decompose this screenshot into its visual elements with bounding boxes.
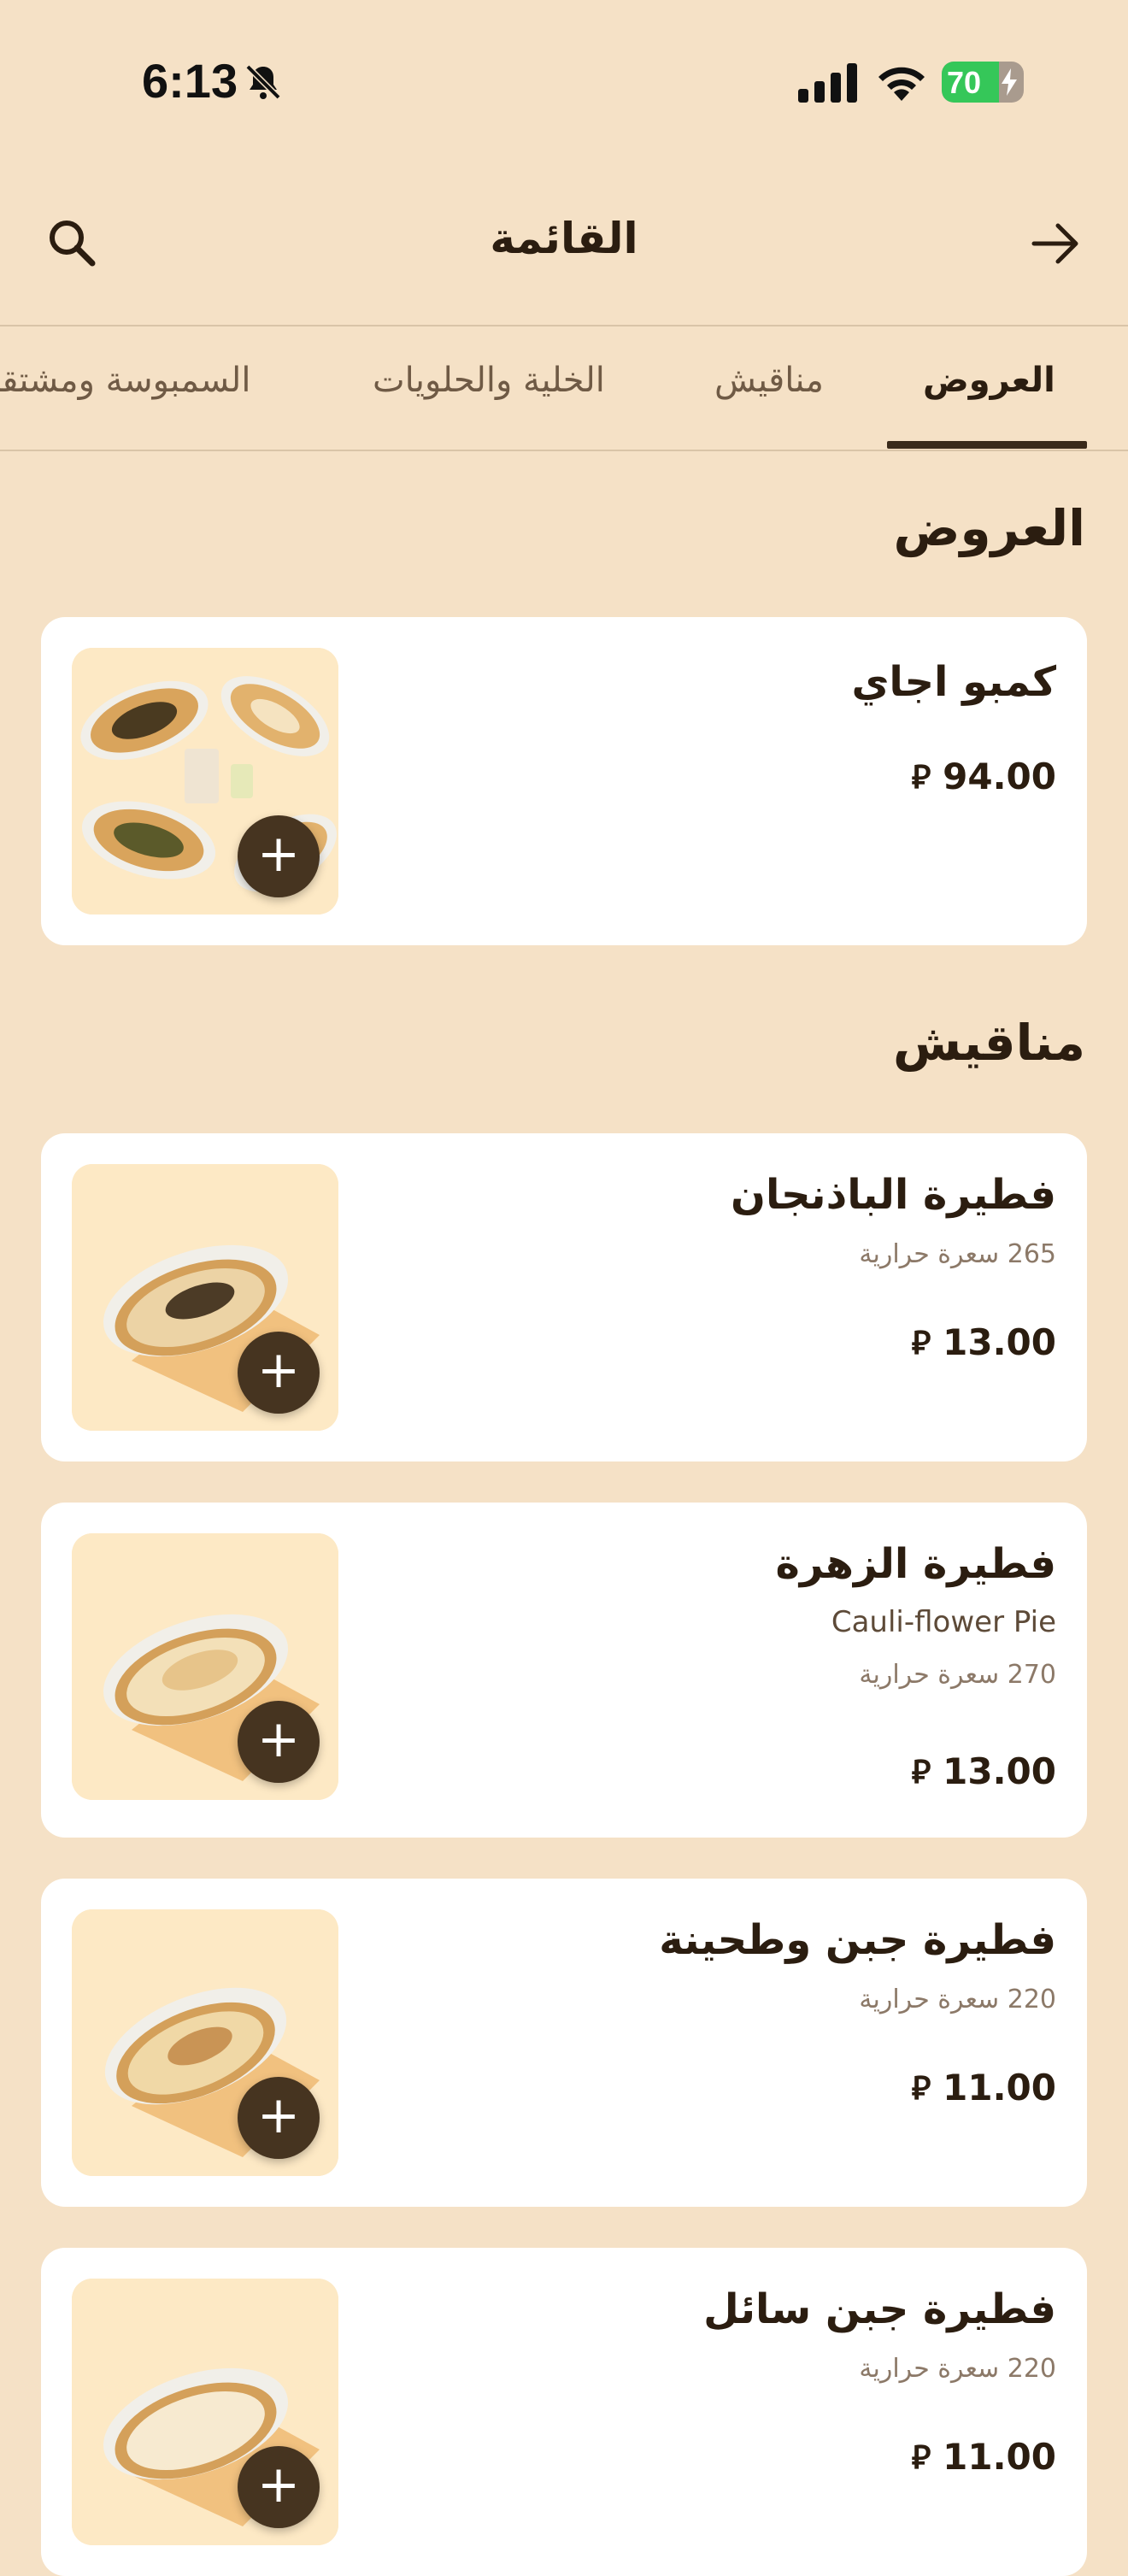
item-price: ⃁ 13.00 [911,1750,1056,1792]
item-image: + [72,648,338,915]
item-calories: 220 سعرة حرارية [859,2354,1056,2384]
item-image: + [72,2279,338,2545]
menu-item-card[interactable]: + كمبو اجاي ⃁ 94.00 [41,617,1087,945]
item-english-name: Cauli-flower Pie [831,1605,1056,1639]
tab-sambosa[interactable]: السمبوسة ومشتقا [0,361,250,400]
menu-item-card[interactable]: + فطيرة جبن سائل 220 سعرة حرارية ⃁ 11.00 [41,2248,1087,2576]
item-price: ⃁ 11.00 [911,2067,1056,2108]
item-price: ⃁ 13.00 [911,1321,1056,1363]
section-title-offers: العروض [893,499,1085,557]
category-tabs: العروض مناقيش الخلية والحلويات السمبوسة … [0,326,1128,451]
page-title: القائمة [490,214,638,263]
riyal-currency-icon: ⃁ [911,2438,931,2476]
riyal-currency-icon: ⃁ [911,1753,931,1791]
bell-slash-icon [245,64,281,100]
riyal-currency-icon: ⃁ [911,1324,931,1362]
add-to-cart-button[interactable]: + [238,1701,320,1783]
add-to-cart-button[interactable]: + [238,2077,320,2159]
tab-manakeesh[interactable]: مناقيش [714,361,824,400]
cellular-signal-icon [798,63,857,103]
riyal-currency-icon: ⃁ [911,758,931,796]
arrow-right-icon[interactable] [1025,214,1085,273]
item-image: + [72,1909,338,2176]
item-image: + [72,1533,338,1800]
item-name: فطيرة جبن وطحينة [659,1916,1056,1964]
riyal-currency-icon: ⃁ [911,2069,931,2107]
menu-item-card[interactable]: + فطيرة الباذنجان 265 سعرة حرارية ⃁ 13.0… [41,1133,1087,1461]
bolt-icon [1002,68,1017,96]
menu-item-card[interactable]: + فطيرة جبن وطحينة 220 سعرة حرارية ⃁ 11.… [41,1879,1087,2207]
item-price: ⃁ 11.00 [911,2436,1056,2478]
tab-offers[interactable]: العروض [923,361,1055,400]
item-name: فطيرة جبن سائل [703,2285,1056,2333]
item-name: فطيرة الباذنجان [730,1171,1056,1219]
status-bar: 6:13 70 [0,0,1128,162]
active-tab-indicator [887,441,1087,449]
item-calories: 220 سعرة حرارية [859,1985,1056,2014]
item-calories: 265 سعرة حرارية [859,1239,1056,1269]
item-name: كمبو اجاي [851,658,1056,706]
item-calories: 270 سعرة حرارية [859,1660,1056,1690]
battery-percent: 70 [947,65,982,100]
item-name: فطيرة الزهرة [775,1540,1057,1588]
battery-charging-icon: 70 [942,62,1024,103]
menu-item-card[interactable]: + فطيرة الزهرة Cauli-flower Pie 270 سعرة… [41,1503,1087,1838]
add-to-cart-button[interactable]: + [238,2446,320,2528]
add-to-cart-button[interactable]: + [238,815,320,897]
wifi-icon [878,67,925,101]
section-title-manakeesh: مناقيش [892,1014,1085,1072]
tab-khaliya-sweets[interactable]: الخلية والحلويات [373,361,605,400]
add-to-cart-button[interactable]: + [238,1332,320,1414]
item-price: ⃁ 94.00 [911,756,1056,797]
app-header: القائمة [0,162,1128,326]
item-image: + [72,1164,338,1431]
status-time: 6:13 [142,54,238,108]
